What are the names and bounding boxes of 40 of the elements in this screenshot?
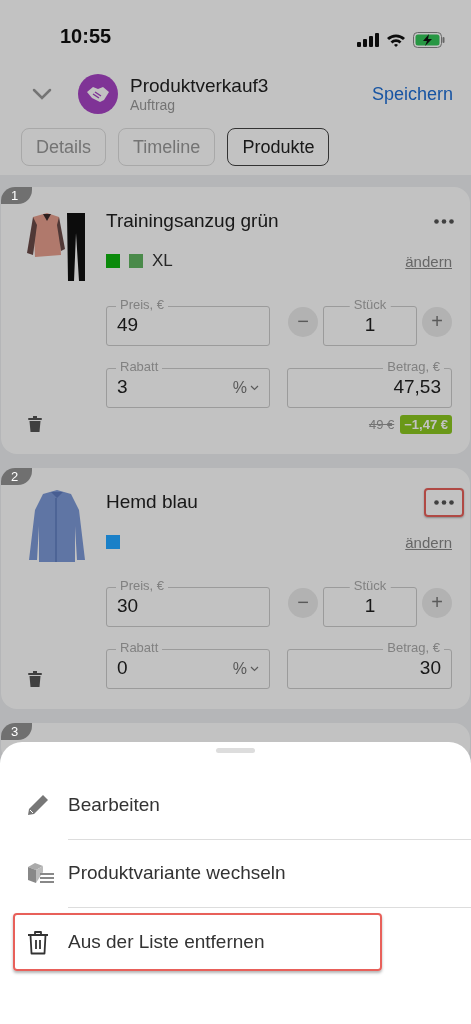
product-name: Trainingsanzug grün	[106, 210, 279, 232]
pencil-icon	[27, 794, 49, 816]
quantity-field[interactable]: Stück 1	[323, 578, 417, 627]
trash-icon[interactable]	[28, 671, 42, 687]
price-field[interactable]: Preis, € 30	[106, 578, 270, 627]
amount-field[interactable]: Betrag, € 47,53	[287, 359, 452, 408]
signal-icon	[357, 33, 379, 47]
record-title: Produktverkauf3	[130, 75, 270, 97]
trash-icon	[27, 929, 49, 955]
menu-item[interactable]: Bearbeiten	[0, 771, 471, 839]
menu-item[interactable]: Produktvariante wechseln	[0, 839, 471, 907]
discount-field[interactable]: Rabatt 0 %	[106, 640, 270, 689]
box-list-icon	[27, 862, 55, 884]
more-button[interactable]	[424, 487, 464, 517]
battery-icon	[413, 32, 445, 48]
quantity-field[interactable]: Stück 1	[323, 297, 417, 346]
chevron-down-icon[interactable]	[32, 88, 52, 100]
caret-icon[interactable]	[250, 385, 259, 391]
position-number: 1	[1, 187, 33, 204]
size-label: XL	[152, 251, 173, 271]
menu-item[interactable]: Aus der Liste entfernen	[13, 913, 382, 971]
tab[interactable]: Produkte	[227, 128, 330, 166]
position-number: 3	[1, 723, 33, 740]
handshake-avatar-icon	[78, 74, 118, 114]
drag-handle[interactable]	[216, 748, 255, 753]
original-price: 49 €	[368, 417, 395, 432]
more-icon	[434, 499, 454, 505]
status-time: 10:55	[60, 25, 112, 48]
product-name: Hemd blau	[106, 491, 198, 513]
price-field[interactable]: Preis, € 49	[106, 297, 270, 346]
save-button[interactable]: Speichern	[371, 83, 453, 105]
more-icon	[434, 218, 454, 224]
discount-field[interactable]: Rabatt 3 %	[106, 359, 270, 408]
amount-field[interactable]: Betrag, € 30	[287, 640, 452, 689]
wifi-icon	[386, 33, 406, 47]
position-number: 2	[1, 468, 33, 485]
trash-icon[interactable]	[28, 416, 42, 432]
record-type: Auftrag	[130, 97, 177, 113]
discount-badge: −1,47 €	[400, 415, 452, 434]
caret-icon[interactable]	[250, 666, 259, 672]
